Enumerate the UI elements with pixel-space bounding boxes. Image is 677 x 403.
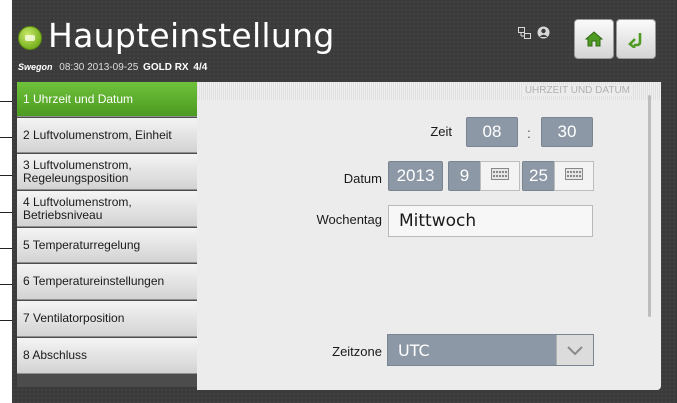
menu-item-7[interactable]: 7 Ventilatorposition — [17, 301, 201, 337]
calendar-icon — [565, 167, 583, 185]
menu-item-1[interactable]: 1 Uhrzeit und Datum — [17, 82, 201, 117]
dropdown-button[interactable] — [556, 335, 593, 365]
menu-item-4[interactable]: 4 Luftvolumenstrom, Betriebsniveau — [17, 191, 201, 227]
datetime-text: 08:30 2013-09-25 — [59, 62, 139, 73]
menu-item-3[interactable]: 3 Luftvolumenstrom, Regeleungsposition — [17, 154, 201, 190]
model-text: GOLD RX — [143, 62, 189, 73]
timezone-select[interactable]: UTC — [387, 334, 594, 366]
menu-item-8[interactable]: 8 Abschluss — [17, 338, 201, 374]
back-button[interactable] — [616, 19, 656, 59]
home-icon — [585, 31, 603, 47]
year-field[interactable]: 2013 — [388, 161, 443, 191]
header-subline: Swegon 08:30 2013-09-25 GOLD RX 4/4 — [18, 62, 207, 73]
weekday-label: Wochentag — [316, 212, 382, 227]
day-calendar-button[interactable] — [554, 161, 594, 191]
minute-field[interactable]: 30 — [541, 117, 593, 147]
timezone-label: Zeitzone — [332, 344, 382, 359]
page-indicator: 4/4 — [193, 62, 208, 73]
weekday-field: Mittwoch — [388, 205, 593, 237]
calendar-icon — [491, 167, 509, 185]
panel-title: UHRZEIT UND DATUM — [521, 85, 633, 96]
menu-item-2[interactable]: 2 Luftvolumenstrom, Einheit — [17, 118, 201, 153]
status-icons — [518, 26, 550, 42]
date-label: Datum — [343, 171, 382, 186]
scrollbar[interactable] — [648, 95, 651, 317]
home-button[interactable] — [574, 19, 614, 59]
hour-field[interactable]: 08 — [466, 117, 518, 147]
app-logo-icon — [18, 26, 42, 50]
menu-item-5[interactable]: 5 Temperaturregelung — [17, 228, 201, 263]
back-arrow-icon — [627, 30, 645, 48]
panel-header: UHRZEIT UND DATUM — [197, 82, 661, 100]
brand-logo: Swegon — [18, 62, 53, 72]
page-title: Haupteinstellung — [48, 16, 335, 55]
day-field[interactable]: 25 — [522, 161, 555, 191]
timezone-value: UTC — [398, 340, 430, 360]
chevron-down-icon — [567, 341, 583, 360]
time-separator: : — [527, 125, 531, 141]
settings-menu: 1 Uhrzeit und Datum 2 Luftvolumenstrom, … — [17, 82, 201, 387]
month-field[interactable]: 9 — [448, 161, 481, 191]
network-icon — [518, 27, 537, 42]
menu-item-6[interactable]: 6 Temperatureinstellungen — [17, 264, 201, 300]
time-label: Zeit — [430, 124, 452, 139]
month-calendar-button[interactable] — [480, 161, 520, 191]
user-icon — [537, 26, 550, 42]
